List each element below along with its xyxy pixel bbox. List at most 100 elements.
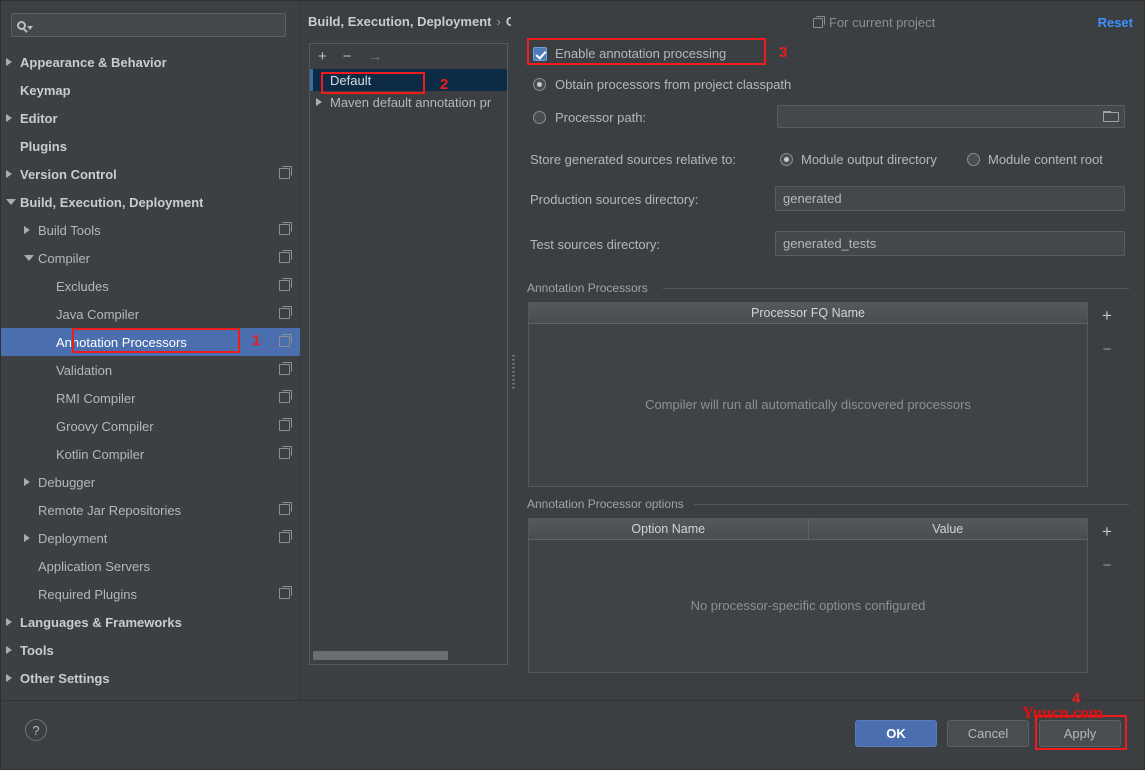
breadcrumb-segment[interactable]: Build, Execution, Deployment [308,14,491,29]
chevron-down-icon[interactable] [6,199,16,205]
sidebar-item-debugger[interactable]: Debugger [0,468,300,496]
tree-toggle[interactable] [6,674,20,682]
tree-toggle[interactable] [6,170,20,178]
sidebar-item-deployment[interactable]: Deployment [0,524,300,552]
options-table[interactable]: Option Name Value No processor-specific … [528,518,1088,673]
sidebar-item-label: Application Servers [38,558,150,574]
chevron-right-icon[interactable] [6,114,12,122]
remove-processor-button[interactable]: − [1103,342,1112,357]
project-scope-icon [279,418,292,431]
sidebar-item-build-tools[interactable]: Build Tools [0,216,300,244]
chevron-right-icon[interactable] [24,226,30,234]
sidebar-item-excludes[interactable]: Excludes [0,272,300,300]
options-column-value[interactable]: Value [807,519,1088,539]
processor-path-field[interactable] [777,105,1125,128]
test-sources-value: generated_tests [783,236,877,251]
splitter-grip-icon[interactable] [512,355,515,389]
sidebar-item-editor[interactable]: Editor [0,104,300,132]
add-option-button[interactable]: + [1102,523,1112,540]
add-processor-button[interactable]: + [1102,307,1112,324]
sidebar-item-required-plugins[interactable]: Required Plugins [0,580,300,608]
processors-table-header: Processor FQ Name [529,303,1087,324]
sidebar-item-label: Version Control [20,166,117,182]
radio-icon[interactable] [780,153,793,166]
sidebar-item-label: Editor [20,110,58,126]
sidebar-item-appearance-behavior[interactable]: Appearance & Behavior [0,48,300,76]
sidebar-item-remote-jar-repositories[interactable]: Remote Jar Repositories [0,496,300,524]
chevron-right-icon[interactable] [6,618,12,626]
processors-column-fqname[interactable]: Processor FQ Name [529,303,1087,323]
tree-toggle[interactable] [6,618,20,626]
sidebar-item-application-servers[interactable]: Application Servers [0,552,300,580]
options-column-name[interactable]: Option Name [529,519,808,539]
radio-module-content-root[interactable]: Module content root [967,152,1103,167]
sidebar-item-validation[interactable]: Validation [0,356,300,384]
sidebar-item-plugins[interactable]: Plugins [0,132,300,160]
search-icon[interactable] [12,20,38,30]
chevron-down-icon[interactable] [24,255,34,261]
sidebar-item-label: Groovy Compiler [56,418,154,434]
checkbox-icon[interactable] [533,46,547,61]
radio-module-output-directory-label: Module output directory [801,152,937,167]
sidebar-item-label: Build, Execution, Deployment [20,194,204,210]
sidebar-item-kotlin-compiler[interactable]: Kotlin Compiler [0,440,300,468]
profile-default-row[interactable]: Default [310,69,507,91]
ok-button[interactable]: OK [855,720,937,747]
processors-table[interactable]: Processor FQ Name Compiler will run all … [528,302,1088,487]
project-scope-icon [279,530,292,543]
profiles-horizontal-scrollbar[interactable] [313,651,448,660]
radio-icon[interactable] [967,153,980,166]
tree-toggle[interactable] [24,255,38,261]
sidebar-item-languages-frameworks[interactable]: Languages & Frameworks [0,608,300,636]
radio-icon[interactable] [533,78,546,91]
tree-toggle[interactable] [24,534,38,542]
radio-module-output-directory[interactable]: Module output directory [780,152,937,167]
radio-icon[interactable] [533,111,546,124]
sidebar-item-other-settings[interactable]: Other Settings [0,664,300,692]
chevron-right-icon[interactable] [316,98,322,106]
chevron-right-icon[interactable] [6,58,12,66]
chevron-right-icon[interactable] [24,534,30,542]
tree-toggle[interactable] [6,199,20,205]
remove-profile-button[interactable]: − [343,49,352,64]
move-profile-button[interactable]: → [368,49,383,64]
tree-toggle[interactable] [24,478,38,486]
test-sources-field[interactable]: generated_tests [775,231,1125,256]
tree-toggle[interactable] [24,226,38,234]
add-profile-button[interactable]: + [318,49,327,64]
radio-obtain-from-classpath[interactable]: Obtain processors from project classpath [533,77,791,92]
enable-annotation-processing-label: Enable annotation processing [555,46,727,61]
reset-link[interactable]: Reset [1098,15,1133,30]
project-scope-icon [813,15,825,28]
chevron-right-icon[interactable] [6,646,12,654]
processors-group-title: Annotation Processors [527,281,654,295]
production-sources-field[interactable]: generated [775,186,1125,211]
cancel-button[interactable]: Cancel [947,720,1029,747]
folder-browse-icon[interactable] [1103,111,1119,122]
sidebar-item-java-compiler[interactable]: Java Compiler [0,300,300,328]
sidebar-item-version-control[interactable]: Version Control [0,160,300,188]
remove-option-button[interactable]: − [1103,558,1112,573]
sidebar-item-keymap[interactable]: Keymap [0,76,300,104]
search-input[interactable] [38,18,285,32]
help-button[interactable]: ? [25,719,47,741]
processors-table-buttons: + − [1094,303,1120,488]
chevron-right-icon[interactable] [6,170,12,178]
chevron-right-icon[interactable] [24,478,30,486]
sidebar-item-rmi-compiler[interactable]: RMI Compiler [0,384,300,412]
tree-toggle[interactable] [6,58,20,66]
tree-toggle[interactable] [6,646,20,654]
sidebar-item-tools[interactable]: Tools [0,636,300,664]
sidebar-item-groovy-compiler[interactable]: Groovy Compiler [0,412,300,440]
search-field[interactable] [11,13,286,37]
enable-annotation-processing[interactable]: Enable annotation processing [533,46,726,61]
profile-row[interactable]: Maven default annotation pr [310,91,507,113]
tree-toggle[interactable] [316,98,330,106]
chevron-right-icon[interactable] [6,674,12,682]
sidebar-item-compiler[interactable]: Compiler [0,244,300,272]
tree-toggle[interactable] [6,114,20,122]
apply-button[interactable]: Apply [1039,720,1121,747]
radio-processor-path[interactable]: Processor path: [533,110,646,125]
sidebar-item-build-execution-deployment[interactable]: Build, Execution, Deployment [0,188,300,216]
settings-dialog: Appearance & Behavior Keymap Editor Plugins… [0,0,1145,770]
